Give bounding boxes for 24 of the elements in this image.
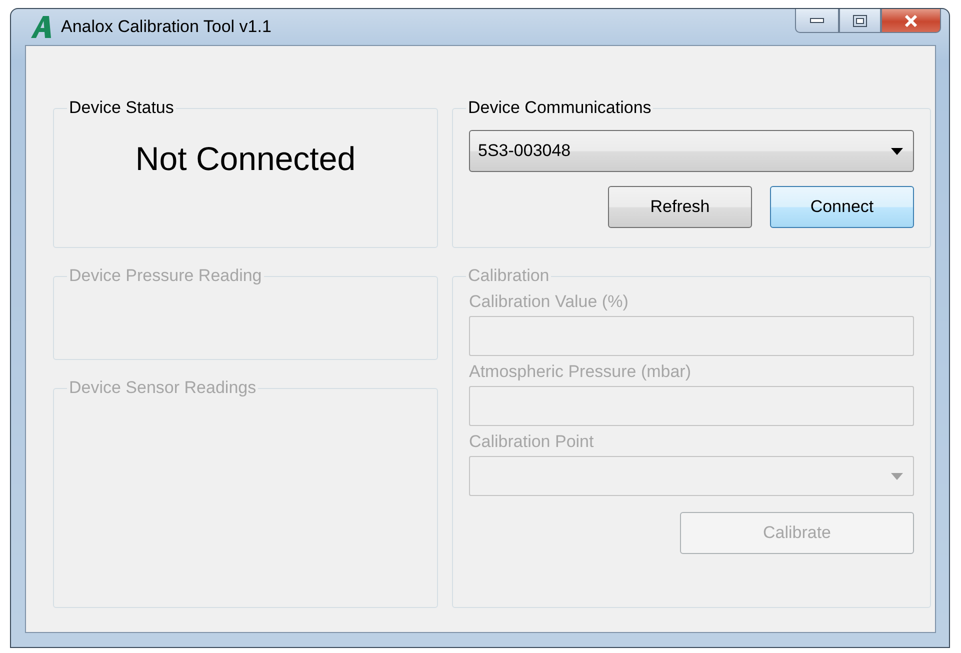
field-label: Calibration Point (469, 432, 595, 452)
input-field[interactable] (469, 316, 914, 356)
field-label: Calibration Value (%) (469, 292, 630, 312)
connection-status: Not Connected (134, 140, 357, 178)
maximize-button[interactable] (839, 9, 881, 33)
window-title: Analox Calibration Tool v1.1 (61, 17, 272, 37)
minimize-button[interactable] (795, 9, 839, 33)
minimize-icon (810, 18, 824, 23)
caret-icon (891, 472, 903, 480)
refresh-button[interactable]: Refresh (608, 186, 752, 228)
group-title: Device Sensor Readings (68, 378, 258, 398)
group-title: Device Communications (467, 98, 652, 118)
field-label: Atmospheric Pressure (mbar) (469, 362, 692, 382)
group-title: Device Pressure Reading (68, 266, 263, 286)
input-field[interactable] (469, 386, 914, 426)
close-icon (904, 14, 918, 26)
logo-icon (29, 15, 53, 39)
group-title: Calibration (467, 266, 550, 286)
caret-icon (891, 148, 903, 154)
group-title: Device Status (68, 98, 175, 118)
device-dropdown[interactable]: 5S3-003048 (469, 130, 914, 172)
connect-button[interactable]: Connect (770, 186, 914, 228)
close-button[interactable] (881, 9, 941, 33)
maximize-icon (853, 14, 867, 26)
